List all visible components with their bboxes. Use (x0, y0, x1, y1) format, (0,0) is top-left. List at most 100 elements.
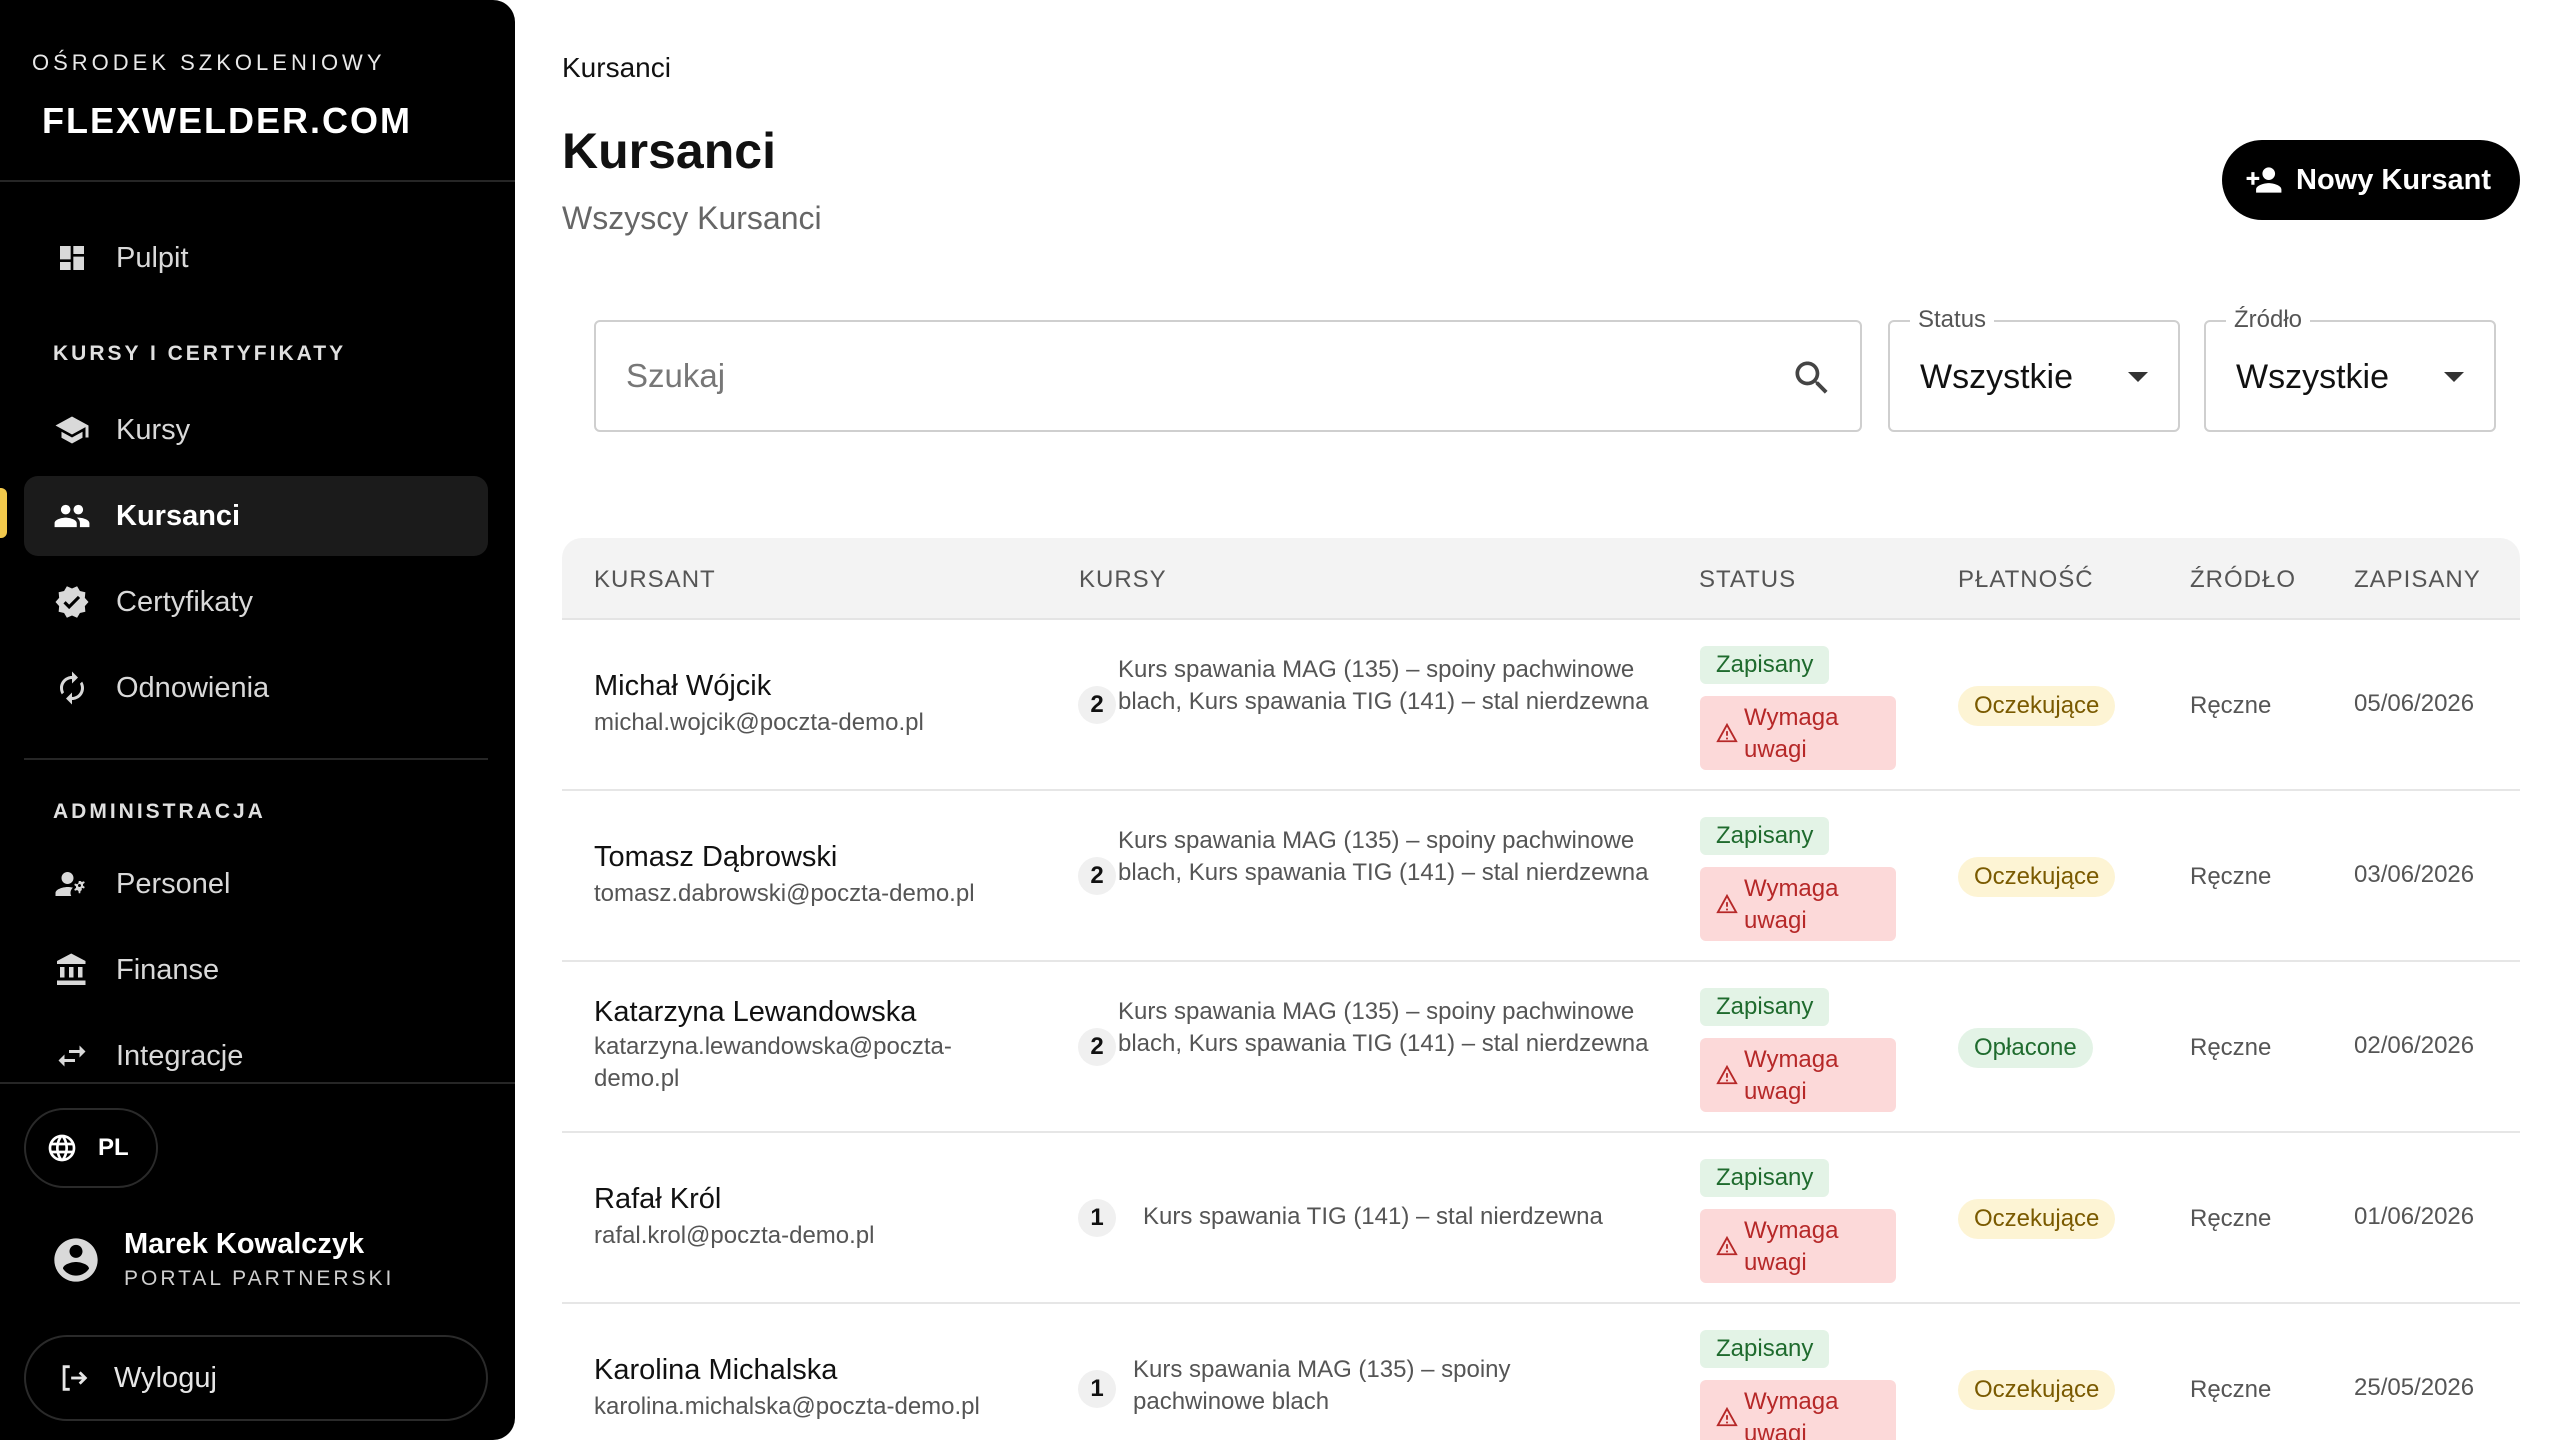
student-name[interactable]: Karolina Michalska (594, 1354, 980, 1387)
swap-arrows-icon (52, 1036, 92, 1076)
sidebar-item-label: Certyfikaty (116, 585, 253, 618)
source-select[interactable]: Źródło Wszystkie (2204, 306, 2496, 432)
sidebar-item-label: Personel (116, 867, 231, 900)
status-cell: Zapisany Wymaga uwagi (1700, 988, 1896, 1112)
chevron-down-icon (2128, 372, 2148, 382)
sidebar-item-renewals[interactable]: Odnowienia (24, 648, 488, 728)
sidebar-item-finance[interactable]: Finanse (24, 930, 488, 1010)
section-courses-heading: KURSY I CERTYFIKATY (53, 342, 347, 365)
sidebar-item-dashboard[interactable]: Pulpit (24, 218, 488, 298)
user-role: PORTAL PARTNERSKI (124, 1267, 395, 1290)
table-row[interactable]: Tomasz Dąbrowski tomasz.dabrowski@poczta… (562, 791, 2520, 962)
table-row[interactable]: Rafał Król rafal.krol@poczta-demo.pl 1 K… (562, 1133, 2520, 1304)
warning-icon (1716, 1235, 1738, 1256)
table-row[interactable]: Katarzyna Lewandowska katarzyna.lewandow… (562, 962, 2520, 1133)
school-icon (52, 410, 92, 450)
brand-subtitle: OŚRODEK SZKOLENIOWY (32, 50, 386, 75)
person-add-icon (2244, 160, 2284, 200)
new-student-button[interactable]: Nowy Kursant (2222, 140, 2520, 220)
courses-list: Kurs spawania MAG (135) – spoiny pachwin… (1118, 656, 1649, 715)
column-header-source[interactable]: ŹRÓDŁO (2190, 566, 2296, 594)
source-cell: Ręczne (2190, 1205, 2272, 1232)
course-count: 2 (1078, 686, 1116, 724)
payment-cell: Oczekujące (1958, 857, 2116, 897)
enrolled-date: 02/06/2026 (2354, 1032, 2475, 1059)
status-cell: Zapisany Wymaga uwagi (1700, 1159, 1896, 1283)
sidebar-divider (0, 1082, 515, 1084)
payment-cell: Oczekujące (1958, 1199, 2116, 1239)
staff-icon (52, 864, 92, 904)
column-header-courses[interactable]: KURSY (1079, 566, 1167, 594)
student-cell: Karolina Michalska karolina.michalska@po… (594, 1354, 980, 1421)
status-select[interactable]: Status Wszystkie (1888, 306, 2180, 432)
courses-list: Kurs spawania MAG (135) – spoiny pachwin… (1133, 1356, 1511, 1415)
status-badge: Zapisany (1700, 988, 1830, 1026)
alert-badge[interactable]: Wymaga uwagi (1700, 1038, 1896, 1112)
alert-text: Wymaga uwagi (1744, 1046, 1839, 1105)
sidebar-item-label: Kursanci (116, 499, 241, 532)
enrolled-date: 25/05/2026 (2354, 1374, 2475, 1401)
table-row[interactable]: Michał Wójcik michal.wojcik@poczta-demo.… (562, 620, 2520, 791)
payment-cell: Oczekujące (1958, 1370, 2116, 1410)
alert-badge[interactable]: Wymaga uwagi (1700, 1380, 1896, 1440)
sidebar-item-students[interactable]: Kursanci (24, 476, 488, 556)
alert-text: Wymaga uwagi (1744, 704, 1839, 763)
globe-icon (44, 1130, 80, 1166)
table-header: KURSANT KURSY STATUS PŁATNOŚĆ ŹRÓDŁO ZAP… (562, 538, 2520, 620)
course-count: 2 (1078, 857, 1116, 895)
payment-badge: Oczekujące (1958, 686, 2116, 726)
course-count: 1 (1078, 1199, 1116, 1237)
courses-list: Kurs spawania MAG (135) – spoiny pachwin… (1118, 998, 1649, 1057)
alert-badge[interactable]: Wymaga uwagi (1700, 696, 1896, 770)
search-input[interactable] (626, 357, 1726, 395)
enrolled-date: 03/06/2026 (2354, 861, 2475, 888)
student-email: karolina.michalska@poczta-demo.pl (594, 1393, 980, 1420)
payment-badge: Oczekujące (1958, 857, 2116, 897)
user-profile[interactable]: Marek Kowalczyk PORTAL PARTNERSKI (50, 1228, 394, 1291)
alert-badge[interactable]: Wymaga uwagi (1700, 867, 1896, 941)
dashboard-icon (52, 238, 92, 278)
warning-icon (1716, 893, 1738, 914)
enrolled-date: 01/06/2026 (2354, 1203, 2475, 1230)
brand-logo[interactable]: FLEXWELDER.COM (42, 100, 412, 142)
sidebar-item-staff[interactable]: Personel (24, 844, 488, 924)
search-icon[interactable] (1790, 356, 1834, 400)
student-name[interactable]: Katarzyna Lewandowska (594, 996, 1034, 1029)
status-cell: Zapisany Wymaga uwagi (1700, 646, 1896, 770)
payment-badge: Opłacone (1958, 1028, 2093, 1068)
student-cell: Tomasz Dąbrowski tomasz.dabrowski@poczta… (594, 841, 975, 908)
status-badge: Zapisany (1700, 1159, 1830, 1197)
courses-list: Kurs spawania TIG (141) – stal nierdzewn… (1143, 1203, 1603, 1230)
sidebar-item-integrations[interactable]: Integracje (24, 1016, 488, 1096)
column-header-student[interactable]: KURSANT (594, 566, 716, 594)
student-name[interactable]: Tomasz Dąbrowski (594, 841, 975, 874)
sidebar-divider (24, 758, 488, 760)
breadcrumb[interactable]: Kursanci (562, 52, 671, 84)
verified-badge-icon (52, 582, 92, 622)
language-switcher[interactable]: PL (24, 1108, 158, 1188)
search-box (594, 320, 1862, 432)
sidebar-item-courses[interactable]: Kursy (24, 390, 488, 470)
column-header-enrolled[interactable]: ZAPISANY (2354, 566, 2481, 594)
student-email: katarzyna.lewandowska@poczta-demo.pl (594, 1033, 952, 1092)
student-email: michal.wojcik@poczta-demo.pl (594, 709, 924, 736)
alert-badge[interactable]: Wymaga uwagi (1700, 1209, 1896, 1283)
course-count: 1 (1078, 1370, 1116, 1408)
courses-list: Kurs spawania MAG (135) – spoiny pachwin… (1118, 827, 1649, 886)
logout-button[interactable]: Wyloguj (24, 1335, 488, 1421)
sidebar-item-label: Integracje (116, 1039, 244, 1072)
payment-cell: Opłacone (1958, 1028, 2093, 1068)
column-header-status[interactable]: STATUS (1699, 566, 1796, 594)
column-header-payment[interactable]: PŁATNOŚĆ (1958, 566, 2094, 594)
source-cell: Ręczne (2190, 863, 2272, 890)
status-select-label: Status (1910, 306, 1995, 334)
sidebar-item-label: Kursy (116, 413, 191, 446)
table-row[interactable]: Karolina Michalska karolina.michalska@po… (562, 1304, 2520, 1440)
students-table: KURSANT KURSY STATUS PŁATNOŚĆ ŹRÓDŁO ZAP… (562, 538, 2520, 1440)
new-student-label: Nowy Kursant (2296, 163, 2491, 196)
sidebar-item-certificates[interactable]: Certyfikaty (24, 562, 488, 642)
student-name[interactable]: Rafał Król (594, 1183, 874, 1216)
student-email: tomasz.dabrowski@poczta-demo.pl (594, 880, 975, 907)
source-select-label: Źródło (2226, 306, 2311, 334)
student-name[interactable]: Michał Wójcik (594, 670, 924, 703)
